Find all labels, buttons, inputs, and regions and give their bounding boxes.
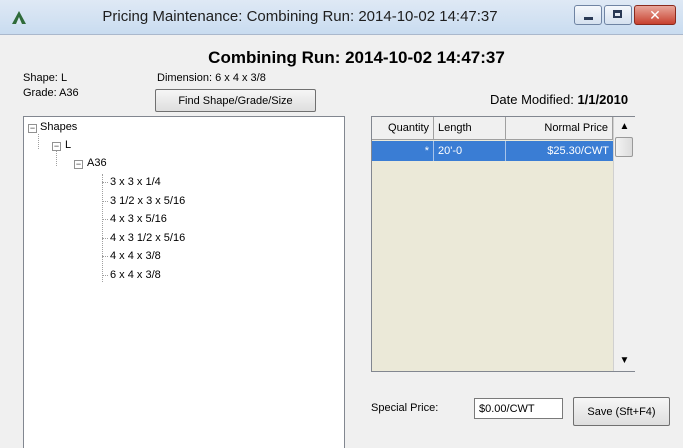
tree-node-shapes[interactable]: Shapes	[40, 121, 77, 133]
grade-info: Grade: A36	[23, 87, 79, 99]
title-bar: Pricing Maintenance: Combining Run: 2014…	[0, 0, 683, 35]
minimize-icon	[584, 17, 593, 20]
tree-connector	[56, 151, 57, 166]
column-header-normal-price[interactable]: Normal Price	[506, 117, 613, 139]
grid-header: Quantity Length Normal Price	[372, 117, 613, 140]
column-header-length[interactable]: Length	[434, 117, 506, 139]
find-shape-button[interactable]: Find Shape/Grade/Size	[155, 89, 316, 112]
date-modified-label: Date Modified:	[490, 92, 574, 107]
tree-node-size[interactable]: 4 x 3 x 5/16	[110, 213, 167, 225]
vertical-scrollbar[interactable]: ▲ ▼	[613, 117, 635, 371]
table-row[interactable]: * 20'-0 $25.30/CWT	[372, 141, 613, 161]
save-button[interactable]: Save (Sft+F4)	[573, 397, 670, 426]
dimension-label: Dimension:	[157, 72, 213, 84]
tree-connector	[102, 174, 103, 282]
tree-connector	[38, 134, 39, 149]
shape-value: L	[60, 72, 68, 84]
tree-connector	[102, 256, 108, 257]
tree-connector	[102, 275, 108, 276]
minimize-button[interactable]	[574, 5, 602, 25]
scroll-down-icon[interactable]: ▼	[614, 351, 635, 371]
tree-node-size[interactable]: 3 1/2 x 3 x 5/16	[110, 195, 185, 207]
tree-node-size[interactable]: 3 x 3 x 1/4	[110, 176, 161, 188]
tree-node-size[interactable]: 4 x 4 x 3/8	[110, 250, 161, 262]
window-title: Pricing Maintenance: Combining Run: 2014…	[102, 8, 498, 25]
column-header-quantity[interactable]: Quantity	[372, 117, 434, 139]
tree-node-size[interactable]: 6 x 4 x 3/8	[110, 269, 161, 281]
close-icon: ✕	[649, 7, 661, 23]
collapse-icon[interactable]: −	[74, 160, 83, 169]
tree-connector	[102, 182, 108, 183]
price-grid[interactable]: Quantity Length Normal Price * 20'-0 $25…	[371, 116, 635, 372]
collapse-icon[interactable]: −	[28, 124, 37, 133]
page-heading: Combining Run: 2014-10-02 14:47:37	[208, 48, 505, 67]
shape-info: Shape: L	[23, 72, 67, 84]
special-price-label: Special Price:	[371, 402, 439, 414]
date-modified-value: 1/1/2010	[577, 92, 629, 107]
dimension-info: Dimension: 6 x 4 x 3/8	[157, 72, 266, 84]
cell-quantity[interactable]: *	[372, 141, 434, 161]
tree-node-shape[interactable]: L	[65, 139, 71, 151]
shape-tree[interactable]: − Shapes − L − A36 3 x 3 x 1/4 3 1/2 x 3…	[23, 116, 345, 448]
tree-node-size[interactable]: 4 x 3 1/2 x 5/16	[110, 232, 185, 244]
cell-length[interactable]: 20'-0	[434, 141, 506, 161]
scroll-up-icon[interactable]: ▲	[614, 117, 635, 137]
grade-value: A36	[59, 87, 79, 99]
grade-label: Grade:	[23, 87, 57, 99]
special-price-input[interactable]	[474, 398, 563, 419]
close-button[interactable]: ✕	[634, 5, 676, 25]
tree-connector	[102, 219, 108, 220]
dimension-value: 6 x 4 x 3/8	[215, 72, 266, 84]
collapse-icon[interactable]: −	[52, 142, 61, 151]
shape-label: Shape:	[23, 72, 58, 84]
scrollbar-thumb[interactable]	[615, 137, 633, 157]
date-modified: Date Modified: 1/1/2010	[490, 92, 628, 107]
tree-connector	[102, 201, 108, 202]
cell-normal-price[interactable]: $25.30/CWT	[506, 141, 613, 161]
maximize-icon	[613, 10, 622, 18]
tree-connector	[102, 238, 108, 239]
maximize-button[interactable]	[604, 5, 632, 25]
tree-node-grade[interactable]: A36	[87, 157, 107, 169]
